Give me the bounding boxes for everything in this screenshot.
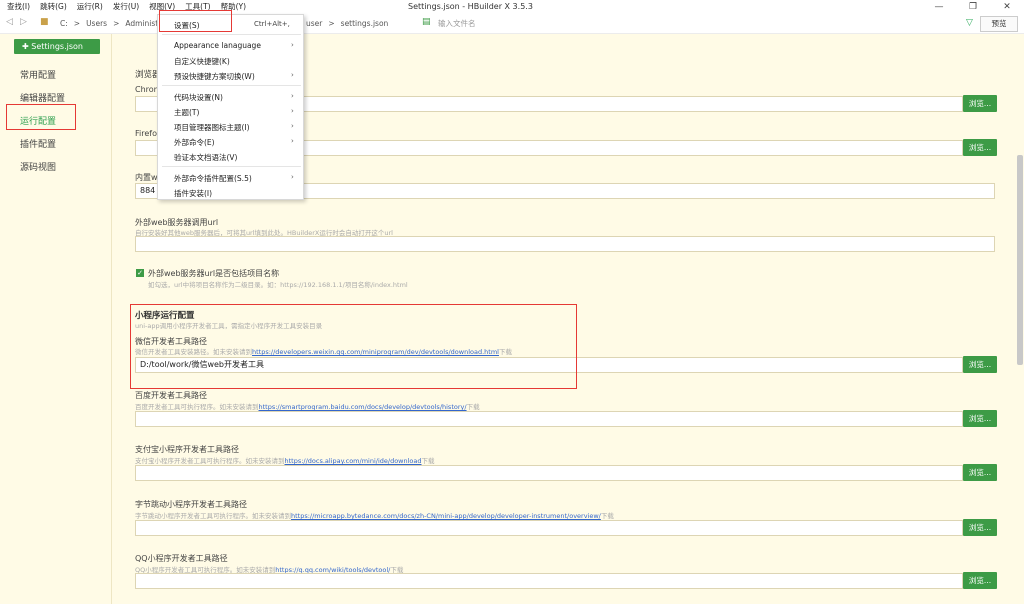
menu-item-appearance-language[interactable]: Appearance lanaguage [174, 41, 261, 50]
firefox-browse-button[interactable]: 浏览... [963, 139, 997, 156]
desc-suffix: 下载 [466, 403, 480, 411]
bytedance-path-input[interactable] [135, 520, 963, 536]
forward-icon[interactable]: ▷ [20, 17, 27, 27]
breadcrumb-item[interactable]: user [306, 14, 322, 34]
breadcrumb: C: > Users > Administrat [60, 14, 169, 34]
chevron-right-icon: › [291, 71, 294, 79]
menu-publish[interactable]: 发行(U) [108, 0, 144, 14]
sidebar-item-plugin[interactable]: 插件配置 [20, 137, 56, 150]
breadcrumb-sep: > [73, 19, 81, 28]
breadcrumb-sep: > [113, 19, 120, 28]
alipay-path-label: 支付宝小程序开发者工具路径 [135, 445, 239, 454]
chrome-browse-button[interactable]: 浏览... [963, 95, 997, 112]
sidebar-item-editor[interactable]: 编辑器配置 [20, 91, 65, 104]
bytedance-path-desc: 字节跳动小程序开发者工具可执行程序。如未安装请到https://microapp… [135, 510, 614, 520]
menu-item-validate-syntax[interactable]: 验证本文档语法(V) [174, 152, 237, 163]
menu-item-icon-theme[interactable]: 项目管理器图标主题(I) [174, 122, 250, 133]
title-bar: 查找(I) 跳转(G) 运行(R) 发行(U) 视图(V) 工具(T) 帮助(Y… [0, 0, 1024, 14]
chevron-right-icon: › [291, 137, 294, 145]
breadcrumb-sep: > [328, 19, 335, 28]
baidu-download-link[interactable]: https://smartprogram.baidu.com/docs/deve… [259, 403, 467, 411]
baidu-path-desc: 百度开发者工具可执行程序。如未安装请到https://smartprogram.… [135, 401, 480, 411]
close-button[interactable]: ✕ [990, 0, 1024, 14]
chevron-right-icon: › [291, 107, 294, 115]
breadcrumb-tail: user > settings.json [306, 14, 388, 34]
qq-path-input[interactable] [135, 573, 963, 589]
menu-separator [162, 166, 301, 167]
baidu-browse-button[interactable]: 浏览... [963, 410, 997, 427]
menu-item-custom-shortcuts[interactable]: 自定义快捷键(K) [174, 56, 230, 67]
filter-icon[interactable]: ▽ [966, 18, 973, 28]
menu-item-plugin-install[interactable]: 插件安装(I) [174, 188, 212, 199]
vertical-scrollbar[interactable] [1017, 155, 1023, 365]
file-search-input[interactable]: 输入文件名 [420, 17, 600, 31]
settings-shortcut: Ctrl+Alt+, [254, 20, 290, 28]
tools-dropdown-menu: 设置(S) Ctrl+Alt+, Appearance lanaguage › … [157, 14, 304, 200]
builtin-label: 内置w [135, 173, 158, 182]
external-url-input[interactable] [135, 236, 995, 252]
qq-path-label: QQ小程序开发者工具路径 [135, 554, 228, 563]
chevron-right-icon: › [291, 92, 294, 100]
desc-suffix: 下载 [421, 457, 435, 465]
chevron-right-icon: › [291, 41, 294, 49]
desc-prefix: 字节跳动小程序开发者工具可执行程序。如未安装请到 [135, 512, 291, 520]
sidebar-item-source[interactable]: 源码视图 [20, 160, 56, 173]
maximize-button[interactable]: ❐ [956, 0, 990, 14]
highlight-mini-program-config [130, 304, 577, 389]
folder-icon: ■ [40, 17, 49, 27]
chevron-right-icon: › [291, 122, 294, 130]
breadcrumb-item[interactable]: settings.json [341, 14, 389, 34]
include-project-desc: 如勾选，url中将项目名称作为二级目录。如：https://192.168.1.… [148, 281, 408, 289]
baidu-path-label: 百度开发者工具路径 [135, 391, 207, 400]
menu-goto[interactable]: 跳转(G) [35, 0, 72, 14]
alipay-browse-button[interactable]: 浏览... [963, 464, 997, 481]
desc-prefix: 百度开发者工具可执行程序。如未安装请到 [135, 403, 259, 411]
highlight-settings-menu [159, 10, 232, 32]
menu-item-snippets[interactable]: 代码块设置(N) [174, 92, 223, 103]
menu-separator [162, 34, 301, 35]
bytedance-download-link[interactable]: https://microapp.bytedance.com/docs/zh-C… [291, 512, 601, 520]
menu-find[interactable]: 查找(I) [2, 0, 35, 14]
window-controls: — ❐ ✕ [922, 0, 1024, 14]
breadcrumb-item[interactable]: C: [60, 14, 68, 34]
highlight-run-config [6, 104, 76, 130]
preview-button[interactable]: 预览 [980, 16, 1018, 32]
alipay-path-input[interactable] [135, 465, 963, 481]
toolbar: ◁ ▷ ■ C: > Users > Administrat user > se… [0, 14, 1024, 34]
window-title: Settings.json - HBuilder X 3.5.3 [408, 2, 533, 11]
menu-item-external-commands[interactable]: 外部命令(E) [174, 137, 215, 148]
wechat-browse-button[interactable]: 浏览... [963, 356, 997, 373]
include-project-checkbox[interactable]: ✓ [136, 269, 144, 277]
desc-prefix: 支付宝小程序开发者工具可执行程序。如未安装请到 [135, 457, 285, 465]
bytedance-browse-button[interactable]: 浏览... [963, 519, 997, 536]
chevron-right-icon: › [291, 173, 294, 181]
sidebar-item-common[interactable]: 常用配置 [20, 68, 56, 81]
alipay-download-link[interactable]: https://docs.alipay.com/mini/ide/downloa… [285, 457, 422, 465]
baidu-path-input[interactable] [135, 411, 963, 427]
menu-item-external-plugin-config[interactable]: 外部命令插件配置(S.5) [174, 173, 252, 184]
desc-suffix: 下载 [600, 512, 614, 520]
qq-browse-button[interactable]: 浏览... [963, 572, 997, 589]
menu-run[interactable]: 运行(R) [72, 0, 108, 14]
bytedance-path-label: 字节跳动小程序开发者工具路径 [135, 500, 247, 509]
menu-item-theme[interactable]: 主题(T) [174, 107, 199, 118]
breadcrumb-item[interactable]: Users [86, 14, 107, 34]
back-icon[interactable]: ◁ [6, 17, 13, 27]
menu-item-shortcut-scheme[interactable]: 预设快捷键方案切换(W) [174, 71, 255, 82]
file-badge[interactable]: ✚ Settings.json [14, 39, 100, 54]
minimize-button[interactable]: — [922, 0, 956, 14]
include-project-label: 外部web服务器url是否包括项目名称 [148, 269, 280, 278]
alipay-path-desc: 支付宝小程序开发者工具可执行程序。如未安装请到https://docs.alip… [135, 455, 435, 465]
menu-separator [162, 85, 301, 86]
firefox-label: Firefo [135, 129, 157, 138]
file-badge-icon: ✚ [22, 42, 32, 51]
file-badge-label: Settings.json [31, 42, 83, 51]
